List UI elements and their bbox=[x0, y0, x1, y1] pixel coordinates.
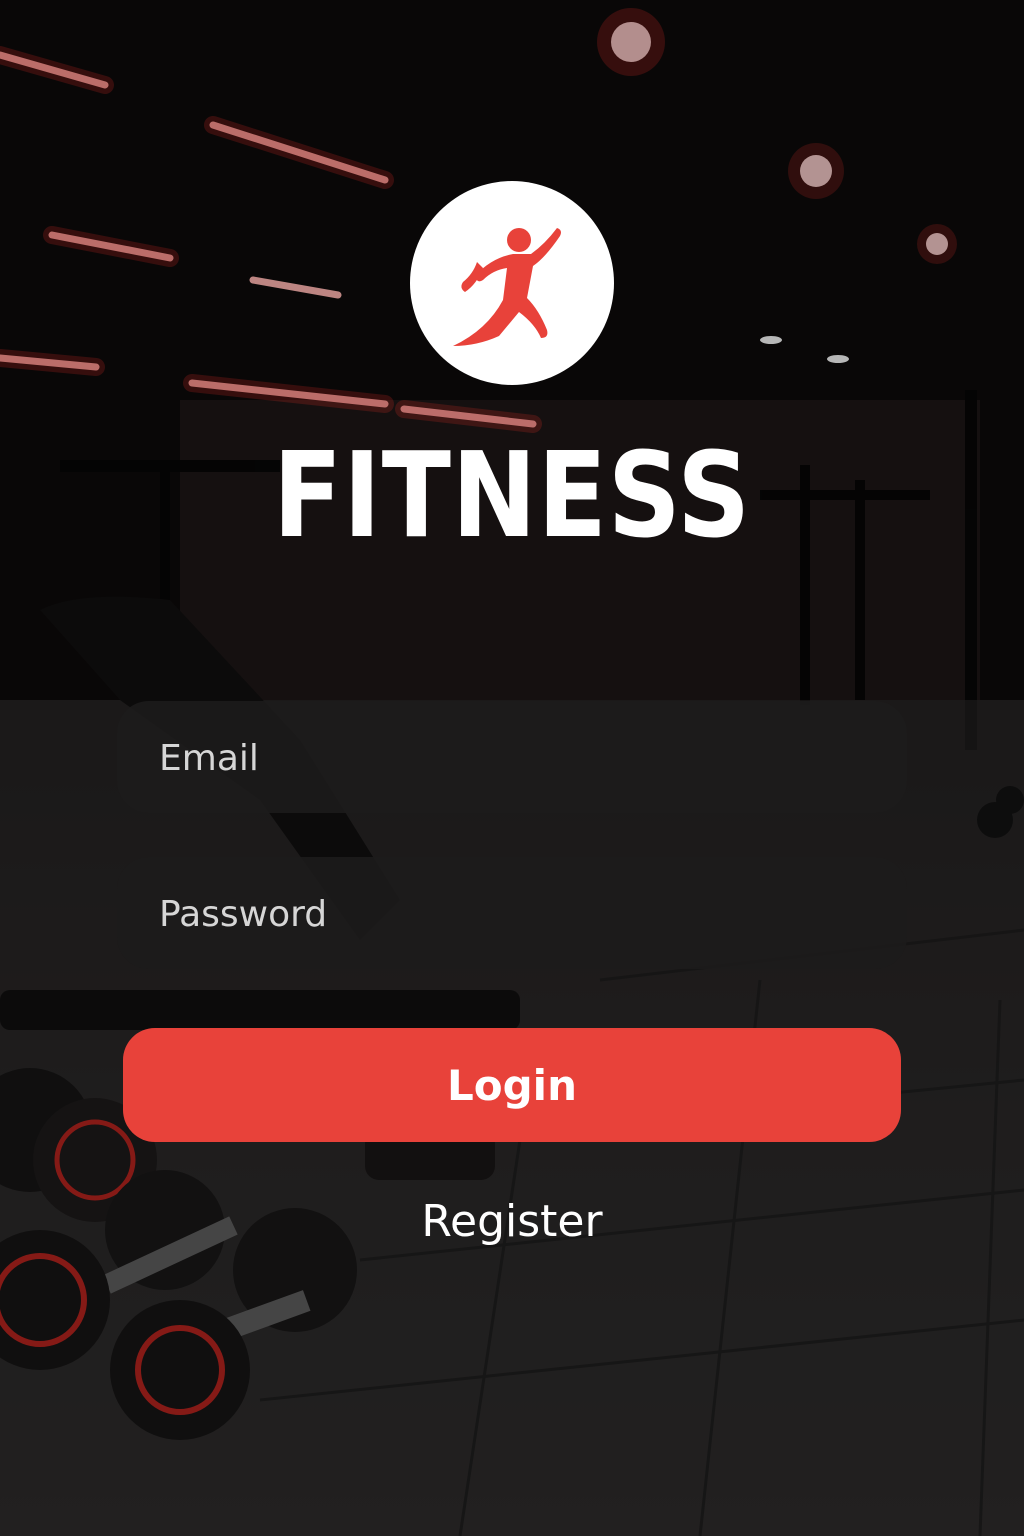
login-button[interactable]: Login bbox=[123, 1028, 901, 1142]
app-logo bbox=[410, 181, 614, 385]
email-field[interactable] bbox=[157, 701, 871, 815]
login-screen: FITNESS Login Register bbox=[0, 0, 1024, 1536]
running-person-icon bbox=[453, 228, 561, 346]
register-link[interactable]: Register bbox=[0, 1196, 1024, 1247]
email-field-container bbox=[117, 701, 907, 815]
brand-title: FITNESS bbox=[272, 426, 752, 564]
password-field[interactable] bbox=[157, 857, 871, 971]
password-field-container bbox=[117, 857, 907, 971]
